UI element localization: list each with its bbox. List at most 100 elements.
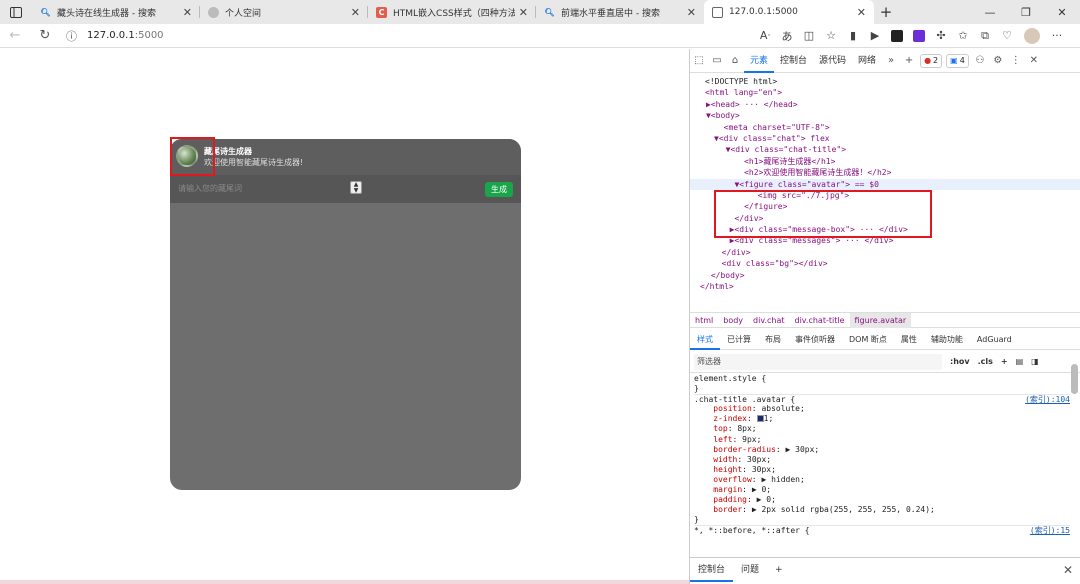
hov-toggle[interactable]: :hov xyxy=(950,357,970,366)
style-declaration[interactable]: margin: ▶ 0; xyxy=(694,485,1070,495)
dom-line[interactable]: </html> xyxy=(690,281,1080,292)
dom-line[interactable]: </body> xyxy=(690,270,1080,281)
new-tab-button[interactable]: + xyxy=(874,0,898,24)
close-icon[interactable]: ✕ xyxy=(351,6,360,19)
extensions-icon[interactable]: ✣ xyxy=(930,29,952,42)
settings-gear-icon[interactable]: ⚙ xyxy=(989,55,1007,66)
info-icon[interactable]: ⓘ xyxy=(66,28,77,44)
computed-styles-icon[interactable]: ▤ xyxy=(1016,357,1024,366)
styles-scrollbar[interactable] xyxy=(1071,364,1078,394)
tab-search-2[interactable]: 🔍︎ 前端水平垂直居中 - 搜索 ✕ xyxy=(536,0,704,24)
close-window-icon[interactable]: ✕ xyxy=(1044,0,1080,24)
source-link[interactable]: (索引):15 xyxy=(1030,526,1070,536)
crumb-body[interactable]: body xyxy=(718,313,748,328)
style-declaration[interactable]: overflow: ▶ hidden; xyxy=(694,475,1070,485)
add-tool-icon[interactable]: + xyxy=(900,55,918,66)
tab-event-listeners[interactable]: 事件侦听器 xyxy=(788,330,842,350)
tab-dom-breakpoints[interactable]: DOM 断点 xyxy=(842,330,894,350)
source-link[interactable]: (索引):104 xyxy=(1025,395,1070,405)
welcome-icon[interactable]: ⌂ xyxy=(726,55,744,66)
tab-search-1[interactable]: 🔍︎ 藏头诗在线生成器 - 搜索 ✕ xyxy=(32,0,200,24)
error-badge[interactable]: ● 2 xyxy=(920,53,943,68)
refresh-icon[interactable]: ↻ xyxy=(30,28,60,43)
dom-line[interactable]: <meta charset="UTF-8"> xyxy=(690,122,1080,133)
dom-line[interactable]: ▶<head> ··· </head> xyxy=(690,99,1080,110)
minimize-icon[interactable]: — xyxy=(972,0,1008,24)
style-declaration[interactable]: height: 30px; xyxy=(694,465,1070,475)
tab-styles[interactable]: 样式 xyxy=(690,330,720,350)
tab-layout[interactable]: 布局 xyxy=(758,330,788,350)
dom-line[interactable]: <h1>藏尾诗生成器</h1> xyxy=(690,156,1080,167)
cls-toggle[interactable]: .cls xyxy=(978,357,993,366)
dom-line[interactable]: ▼<body> xyxy=(690,110,1080,121)
close-icon[interactable]: ✕ xyxy=(687,6,696,19)
profile-avatar[interactable] xyxy=(1024,27,1040,44)
more-options-icon[interactable]: ⋮ xyxy=(1007,55,1025,66)
profile-icon[interactable]: ⚇ xyxy=(971,55,989,66)
message-badge[interactable]: ▣ 4 xyxy=(946,53,969,68)
maximize-icon[interactable]: ❐ xyxy=(1008,0,1044,24)
tab-elements[interactable]: 元素 xyxy=(744,49,775,73)
dom-line-selected[interactable]: ▼<figure class="avatar"> == $0 xyxy=(690,178,1080,190)
crumb-html[interactable]: html xyxy=(690,313,718,328)
filter-input[interactable]: 筛选器 xyxy=(694,353,942,370)
dom-line[interactable]: </div> xyxy=(690,247,1080,258)
tv-extension-icon[interactable] xyxy=(891,29,903,42)
favorites-icon[interactable]: ✩ xyxy=(952,29,974,42)
dom-line[interactable]: ▼<div class="chat-title"> xyxy=(690,144,1080,155)
crumb-div-chat-title[interactable]: div.chat-title xyxy=(790,313,850,328)
message-input[interactable]: 请输入您的藏尾词 xyxy=(178,183,242,194)
tab-network[interactable]: 网络 xyxy=(852,49,882,73)
crumb-div-chat[interactable]: div.chat xyxy=(748,313,789,328)
book-extension-icon[interactable]: ▮ xyxy=(842,29,864,42)
tab-properties[interactable]: 属性 xyxy=(894,330,924,350)
more-tabs-icon[interactable]: » xyxy=(882,55,900,66)
tab-computed[interactable]: 已计算 xyxy=(720,330,758,350)
style-declaration[interactable]: position: absolute; xyxy=(694,404,1070,414)
read-aloud-icon[interactable]: Aᐧ xyxy=(754,29,776,42)
inspect-icon[interactable]: ⬚ xyxy=(690,55,708,66)
device-toolbar-icon[interactable]: ▭ xyxy=(708,55,726,66)
number-stepper[interactable]: ▲ ▼ xyxy=(350,181,362,194)
style-declaration[interactable]: border: ▶ 2px solid rgba(255, 255, 255, … xyxy=(694,505,1070,515)
split-screen-icon[interactable]: ◫ xyxy=(798,29,820,42)
style-declaration[interactable]: top: 8px; xyxy=(694,424,1070,434)
tab-sources[interactable]: 源代码 xyxy=(813,49,852,73)
close-devtools-icon[interactable]: ✕ xyxy=(1025,55,1043,66)
back-icon[interactable]: ← xyxy=(0,28,30,43)
style-declaration[interactable]: border-radius: ▶ 30px; xyxy=(694,445,1070,455)
add-drawer-tab-icon[interactable]: + xyxy=(767,558,791,582)
crumb-figure-avatar[interactable]: figure.avatar xyxy=(849,312,912,328)
tab-localhost[interactable]: 127.0.0.1:5000 ✕ xyxy=(704,0,874,24)
sidebar-toggle-icon[interactable] xyxy=(0,0,32,24)
new-rule-icon[interactable]: + xyxy=(1001,357,1008,366)
dom-line[interactable]: <html lang="en"> xyxy=(690,87,1080,98)
tab-personal-space[interactable]: 个人空间 ✕ xyxy=(200,0,368,24)
dom-line[interactable]: <h2>欢迎使用智能藏尾诗生成器！</h2> xyxy=(690,167,1080,178)
play-extension-icon[interactable]: ▶ xyxy=(864,29,886,42)
style-declaration[interactable]: left: 9px; xyxy=(694,435,1070,445)
dom-line[interactable]: ▼<div class="chat"> flex xyxy=(690,133,1080,144)
collections-icon[interactable]: ⧉ xyxy=(974,29,996,43)
generate-button[interactable]: 生成 xyxy=(485,182,513,197)
close-icon[interactable]: ✕ xyxy=(857,6,866,19)
url-field[interactable]: ⓘ 127.0.0.1:5000 xyxy=(66,28,164,44)
style-declaration[interactable]: width: 30px; xyxy=(694,455,1070,465)
tab-accessibility[interactable]: 辅助功能 xyxy=(924,330,970,350)
close-drawer-icon[interactable]: ✕ xyxy=(1055,558,1080,582)
sidebar-toggle-icon[interactable]: ◨ xyxy=(1031,357,1039,366)
color-swatch-icon[interactable] xyxy=(756,415,764,423)
style-declaration[interactable]: padding: ▶ 0; xyxy=(694,495,1070,505)
tab-console[interactable]: 控制台 xyxy=(774,49,813,73)
more-menu-icon[interactable]: ··· xyxy=(1046,29,1068,42)
purple-extension-icon[interactable] xyxy=(913,29,925,42)
drawer-tab-console[interactable]: 控制台 xyxy=(690,558,734,582)
drawer-tab-issues[interactable]: 问题 xyxy=(733,558,767,582)
close-icon[interactable]: ✕ xyxy=(183,6,192,19)
close-icon[interactable]: ✕ xyxy=(519,6,528,19)
favorite-star-icon[interactable]: ☆ xyxy=(820,29,842,42)
tab-adguard[interactable]: AdGuard xyxy=(970,330,1019,350)
dom-line[interactable]: <div class="bg"></div> xyxy=(690,258,1080,269)
translate-icon[interactable]: あ xyxy=(776,28,798,44)
dom-line[interactable]: <!DOCTYPE html> xyxy=(690,76,1080,87)
